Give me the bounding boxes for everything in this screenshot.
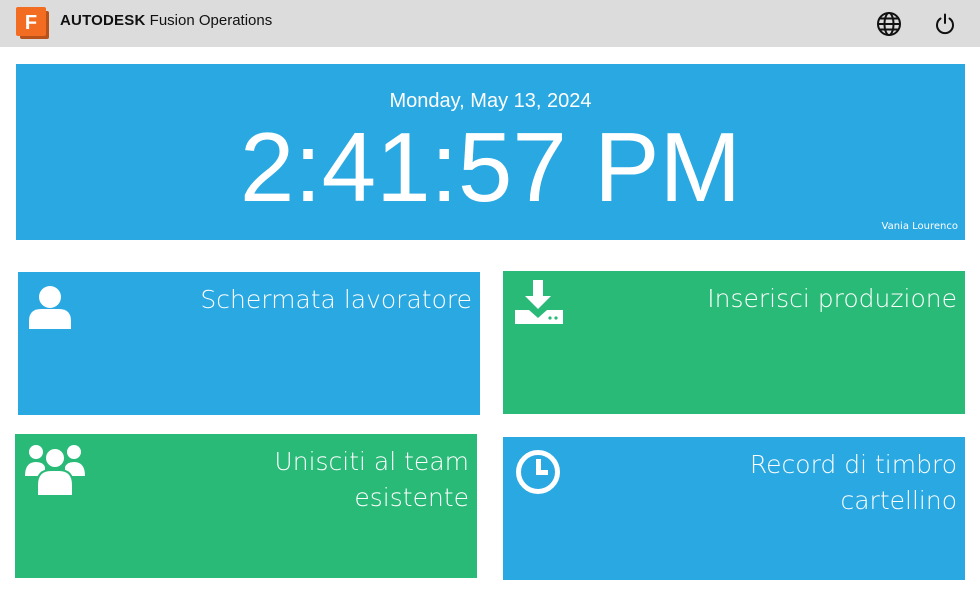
- enter-production-tile[interactable]: Inserisci produzione: [503, 271, 965, 414]
- tile-label-line: Inserisci produzione: [707, 284, 957, 313]
- tile-label: Schermata lavoratore: [200, 282, 472, 318]
- join-team-tile[interactable]: Unisciti al team esistente: [15, 434, 477, 578]
- current-time: 2:41:57 PM: [239, 112, 742, 222]
- brand-name: AUTODESK: [60, 12, 146, 29]
- user-icon: [29, 286, 71, 329]
- tile-label-line: cartellino: [840, 486, 957, 515]
- user-name: Vania Lourenco: [881, 221, 958, 232]
- team-icon: [25, 445, 85, 496]
- tile-label: Inserisci produzione: [707, 281, 957, 317]
- globe-icon[interactable]: [876, 11, 902, 37]
- svg-text:F: F: [25, 12, 37, 34]
- tile-label: Record di timbro cartellino: [750, 447, 957, 519]
- power-icon[interactable]: [932, 11, 958, 37]
- tile-label-line: Record di timbro: [749, 450, 957, 479]
- download-tray-icon: [515, 280, 563, 324]
- tile-label-line: Unisciti al team: [274, 447, 469, 476]
- tile-label-line: esistente: [354, 483, 469, 512]
- tile-label: Unisciti al team esistente: [274, 444, 469, 516]
- clock-panel: Monday, May 13, 2024 2:41:57 PM Vania Lo…: [16, 64, 965, 240]
- product-name: Fusion Operations: [149, 12, 273, 29]
- current-date: Monday, May 13, 2024: [389, 90, 592, 112]
- clock-icon: [516, 450, 560, 494]
- fusion-logo-icon: F: [16, 7, 49, 39]
- timecard-record-tile[interactable]: Record di timbro cartellino: [503, 437, 965, 580]
- worker-screen-tile[interactable]: Schermata lavoratore: [18, 272, 480, 415]
- tile-label-line: Schermata lavoratore: [200, 285, 472, 314]
- top-bar: F AUTODESK Fusion Operations: [0, 0, 980, 47]
- brand-title: AUTODESK Fusion Operations: [60, 12, 272, 29]
